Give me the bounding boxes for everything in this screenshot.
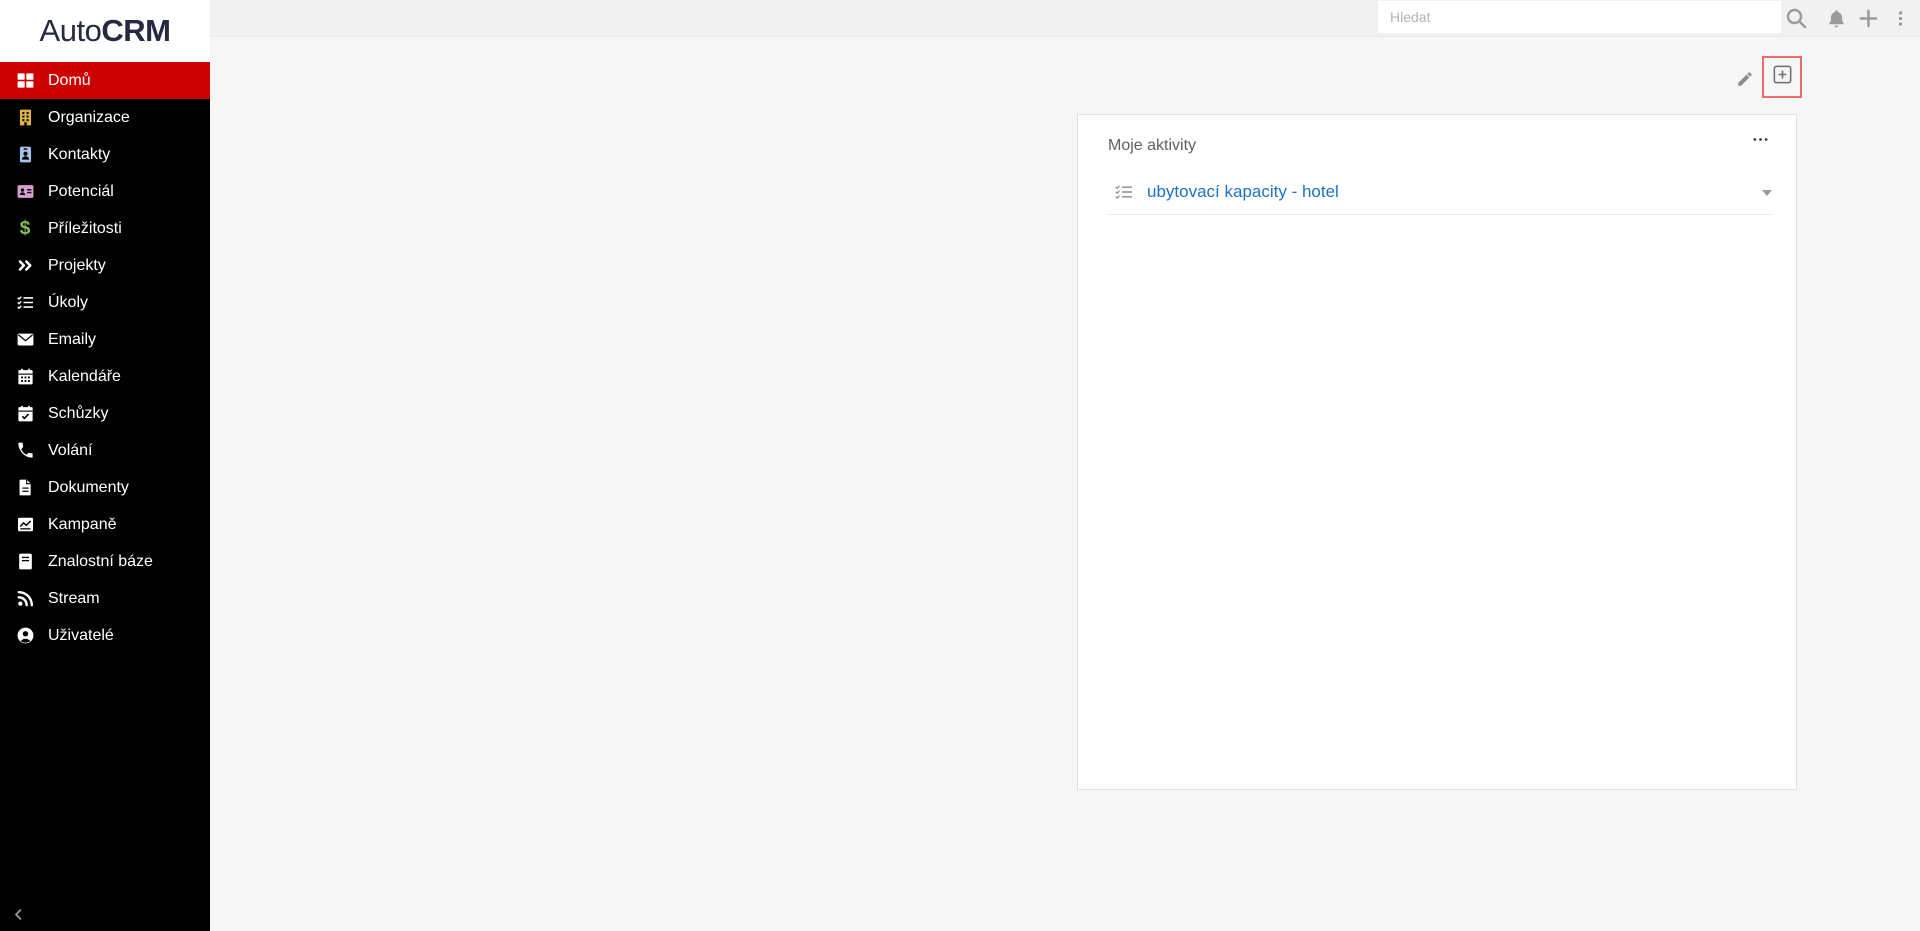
topbar-icons xyxy=(1780,0,1916,36)
sidebar-item-label: Potenciál xyxy=(48,182,114,200)
user-circle-icon xyxy=(14,625,36,647)
kebab-menu-icon[interactable] xyxy=(1884,0,1916,36)
address-card-icon xyxy=(14,181,36,203)
pencil-icon xyxy=(1736,72,1754,92)
sidebar-nav: Domů Organizace Kontakty Potenciál $ Příležit… xyxy=(0,62,210,654)
sidebar-item-label: Volání xyxy=(48,441,93,459)
grid-icon xyxy=(14,70,36,92)
phone-icon xyxy=(14,440,36,462)
sidebar-item-label: Uživatelé xyxy=(48,626,114,644)
sidebar-item-uzivatele[interactable]: Uživatelé xyxy=(0,617,210,654)
caret-down-icon[interactable] xyxy=(1762,189,1772,201)
sidebar-item-projekty[interactable]: Projekty xyxy=(0,247,210,284)
search-icon[interactable] xyxy=(1780,0,1812,36)
plus-icon[interactable] xyxy=(1852,0,1884,36)
sidebar-item-label: Stream xyxy=(48,589,100,607)
sidebar: Auto CRM Domů Organizace Kontakty Potenciál $… xyxy=(0,0,210,931)
sidebar-item-dokumenty[interactable]: Dokumenty xyxy=(0,469,210,506)
search-input[interactable] xyxy=(1378,1,1781,33)
list-check-icon xyxy=(1114,182,1134,202)
sidebar-item-label: Úkoly xyxy=(48,293,89,311)
envelope-icon xyxy=(14,329,36,351)
sidebar-item-kampane[interactable]: Kampaně xyxy=(0,506,210,543)
sidebar-item-prilezitosti[interactable]: $ Příležitosti xyxy=(0,210,210,247)
sidebar-item-label: Organizace xyxy=(48,108,130,126)
sidebar-item-volani[interactable]: Volání xyxy=(0,432,210,469)
sidebar-item-ukoly[interactable]: Úkoly xyxy=(0,284,210,321)
building-icon xyxy=(14,107,36,129)
sidebar-item-label: Projekty xyxy=(48,256,106,274)
sidebar-collapse-button[interactable] xyxy=(11,906,29,926)
sidebar-item-label: Domů xyxy=(48,71,91,89)
sidebar-item-label: Kontakty xyxy=(48,145,111,163)
sidebar-item-label: Příležitosti xyxy=(48,219,122,237)
file-icon xyxy=(14,477,36,499)
app-logo-prefix: Auto xyxy=(39,13,102,48)
sidebar-item-label: Kalendáře xyxy=(48,367,121,385)
double-chevron-right-icon xyxy=(14,255,36,277)
bell-icon[interactable] xyxy=(1820,0,1852,36)
edit-dashboard-button[interactable] xyxy=(1736,70,1756,90)
app-logo-suffix: CRM xyxy=(101,13,171,48)
sidebar-item-schuzky[interactable]: Schůzky xyxy=(0,395,210,432)
main-content: Moje aktivity ubytovací kapacity - hotel xyxy=(210,37,1920,931)
sidebar-item-emaily[interactable]: Emaily xyxy=(0,321,210,358)
sidebar-item-label: Schůzky xyxy=(48,404,109,422)
app-logo[interactable]: Auto CRM xyxy=(0,0,210,62)
activity-link[interactable]: ubytovací kapacity - hotel xyxy=(1147,182,1762,202)
calendar-check-icon xyxy=(14,403,36,425)
sidebar-item-potencial[interactable]: Potenciál xyxy=(0,173,210,210)
sidebar-item-label: Znalostní báze xyxy=(48,552,153,570)
sidebar-item-label: Kampaně xyxy=(48,515,117,533)
topbar xyxy=(210,0,1920,37)
sidebar-item-stream[interactable]: Stream xyxy=(0,580,210,617)
chart-icon xyxy=(14,514,36,536)
dashlet-title: Moje aktivity xyxy=(1108,137,1197,154)
sidebar-item-kalendare[interactable]: Kalendáře xyxy=(0,358,210,395)
book-icon xyxy=(14,551,36,573)
dashlet-menu-button[interactable] xyxy=(1751,133,1769,145)
calendar-icon xyxy=(14,366,36,388)
activity-row: ubytovací kapacity - hotel xyxy=(1108,170,1772,215)
sidebar-item-domu[interactable]: Domů xyxy=(0,62,210,99)
list-check-icon xyxy=(14,292,36,314)
ellipsis-icon xyxy=(1753,137,1768,142)
id-badge-icon xyxy=(14,144,36,166)
sidebar-item-organizace[interactable]: Organizace xyxy=(0,99,210,136)
add-dashlet-button[interactable] xyxy=(1762,56,1802,98)
dollar-icon: $ xyxy=(19,218,31,239)
plus-square-icon xyxy=(1771,63,1794,91)
sidebar-item-kontakty[interactable]: Kontakty xyxy=(0,136,210,173)
sidebar-item-label: Emaily xyxy=(48,330,97,348)
sidebar-item-znalostni-baze[interactable]: Znalostní báze xyxy=(0,543,210,580)
sidebar-item-label: Dokumenty xyxy=(48,478,129,496)
rss-icon xyxy=(14,588,36,610)
my-activities-dashlet: Moje aktivity ubytovací kapacity - hotel xyxy=(1077,114,1797,790)
chevron-left-icon xyxy=(11,909,26,927)
